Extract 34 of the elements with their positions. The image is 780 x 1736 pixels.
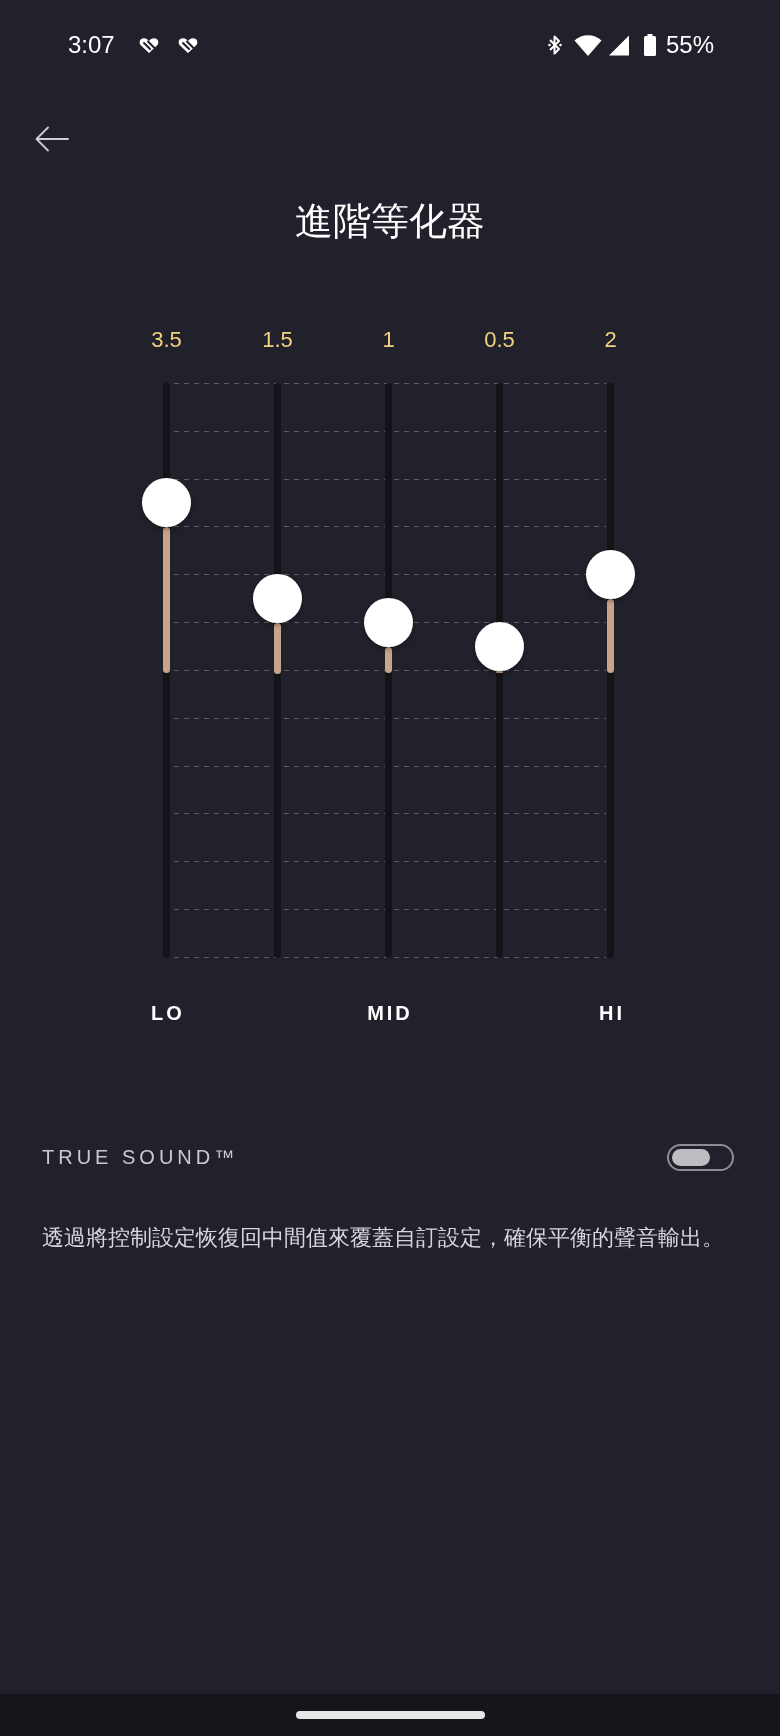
bluetooth-icon (547, 34, 562, 56)
band-label: MID (366, 1001, 413, 1026)
band-value: 0.5 (484, 326, 515, 354)
band-value: 2 (604, 326, 617, 354)
battery-percentage: 55% (665, 31, 714, 59)
slider-thumb[interactable] (253, 574, 302, 624)
true-sound-description: 透過將控制設定恢復回中間值來覆蓋自訂設定，確保平衡的聲音輸出。 (42, 1224, 724, 1252)
slider-fill (496, 671, 503, 674)
heart-icon (138, 36, 159, 54)
battery-icon (643, 34, 656, 56)
band-value: 3.5 (151, 326, 182, 354)
slider-thumb[interactable] (142, 478, 191, 528)
toggle-switch[interactable] (667, 1143, 734, 1171)
slider-thumb[interactable] (364, 598, 413, 648)
slider-track[interactable] (142, 383, 191, 958)
band-label: LO (150, 1001, 185, 1026)
page-title: 進階等化器 (295, 199, 485, 244)
slider-thumb[interactable] (586, 550, 635, 600)
signal-icon (607, 34, 630, 56)
back-arrow-icon (35, 126, 69, 152)
band-value: 1 (382, 326, 395, 354)
slider-fill (385, 647, 392, 674)
band-value: 1.5 (262, 326, 293, 354)
slider-track[interactable] (364, 383, 413, 958)
slider-thumb[interactable] (475, 622, 524, 671)
slider-fill (274, 623, 281, 674)
heart-icon (177, 36, 198, 54)
wifi-icon (573, 34, 602, 56)
slider-track[interactable] (253, 383, 302, 958)
status-time: 3:07 (68, 31, 115, 59)
slider-track[interactable] (475, 383, 524, 958)
band-label: HI (598, 1001, 625, 1026)
slider-track[interactable] (586, 383, 635, 958)
true-sound-label: TRUE SOUND™ (42, 1145, 239, 1170)
